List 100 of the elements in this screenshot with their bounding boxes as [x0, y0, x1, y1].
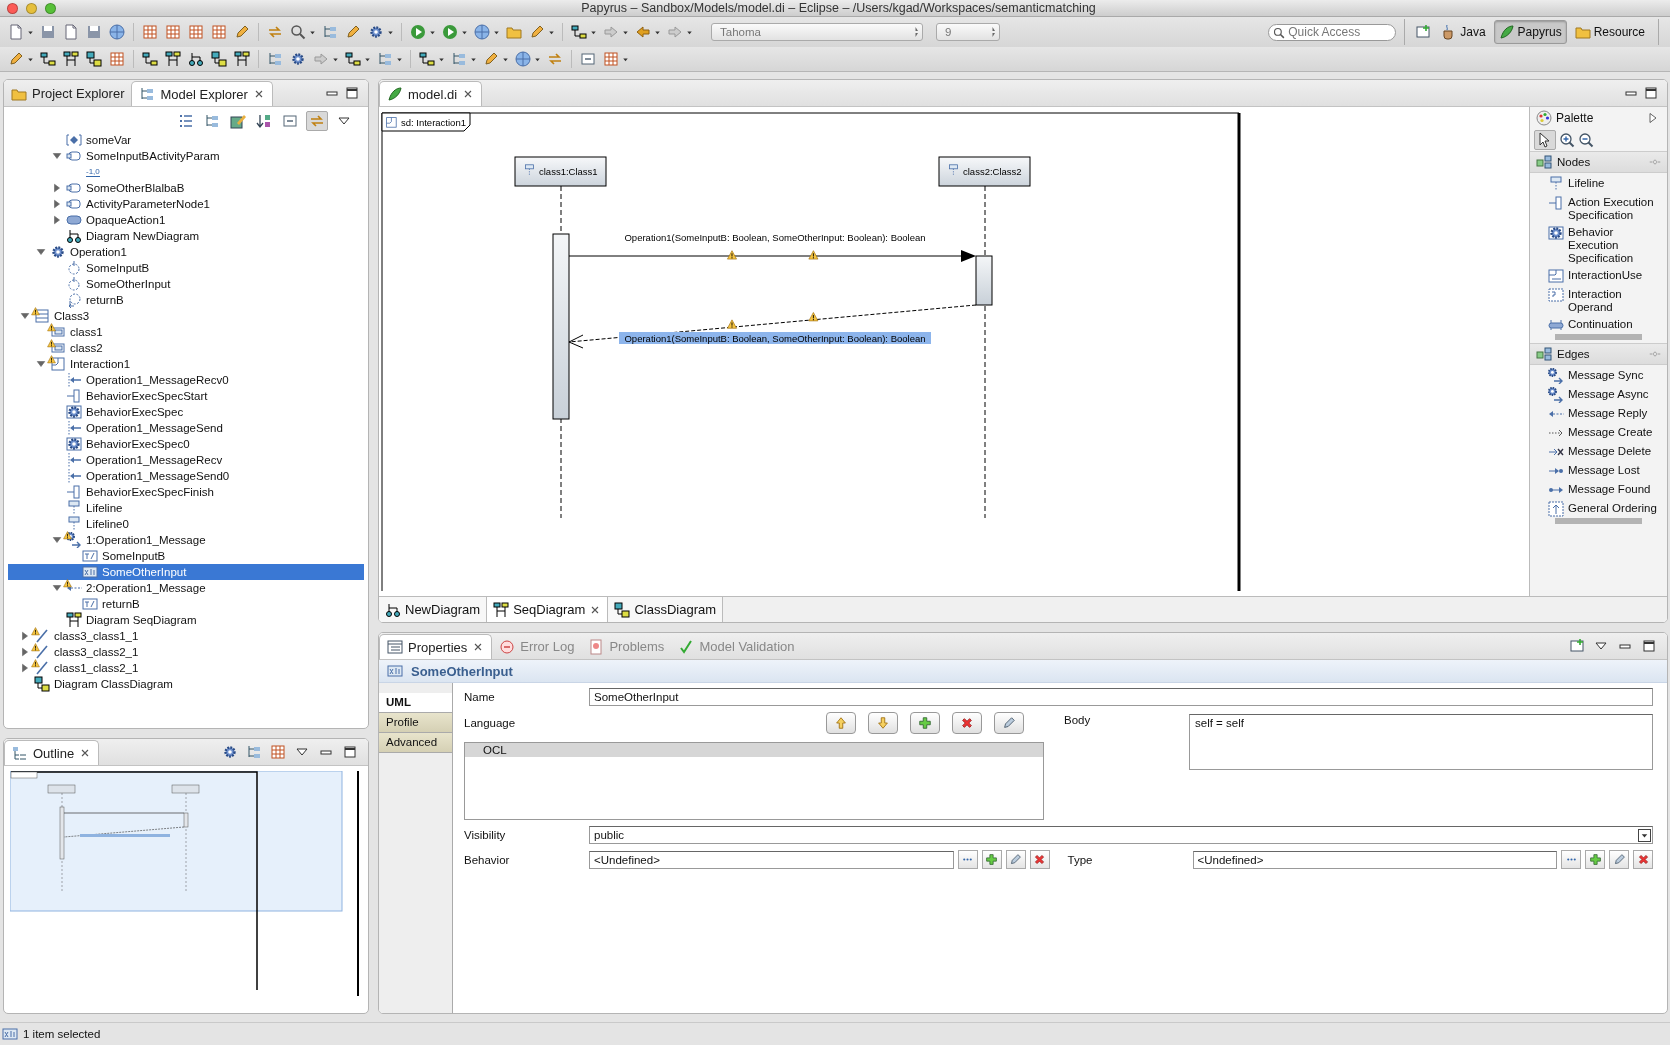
diagram-tab[interactable]: NewDiagram: [379, 597, 488, 622]
back-arrow-icon[interactable]: [635, 24, 651, 40]
maximize-icon[interactable]: [344, 85, 360, 101]
table-icon[interactable]: [211, 24, 227, 40]
expand-arrow-icon[interactable]: [52, 183, 62, 193]
link-icon[interactable]: [267, 24, 283, 40]
save-icon[interactable]: [40, 24, 56, 40]
diagram-tab[interactable]: SeqDiagram: [487, 597, 609, 622]
collapse-arrow-icon[interactable]: [36, 359, 46, 369]
diagram-icon[interactable]: [188, 51, 204, 67]
run-icon[interactable]: [410, 24, 426, 40]
tree-item[interactable]: Operation1_MessageRecv0: [8, 372, 364, 388]
globe-icon[interactable]: [474, 24, 490, 40]
tree-item[interactable]: Diagram NewDiagram: [8, 228, 364, 244]
tree-item[interactable]: BehaviorExecSpecFinish: [8, 484, 364, 500]
tree-item[interactable]: SomeInputB: [8, 260, 364, 276]
perspective-button[interactable]: Java: [1436, 20, 1491, 44]
collapse-icon[interactable]: [580, 51, 596, 67]
window-close-button[interactable]: [7, 2, 18, 14]
delete-button[interactable]: [952, 712, 982, 734]
diagram-icon[interactable]: [211, 51, 227, 67]
table-icon[interactable]: [270, 744, 286, 760]
tree-item[interactable]: BehaviorExecSpecStart: [8, 388, 364, 404]
palette-tool[interactable]: InteractionUse: [1548, 268, 1667, 284]
palette-tool[interactable]: Message Reply: [1548, 406, 1667, 422]
palette-tool[interactable]: Message Delete: [1548, 444, 1667, 460]
diagram-icon[interactable]: [63, 51, 79, 67]
collapse-arrow-icon[interactable]: [20, 311, 30, 321]
text-area[interactable]: self = self: [1189, 714, 1653, 770]
tree-item[interactable]: class1_class2_1: [8, 660, 364, 676]
diagram-icon[interactable]: [165, 51, 181, 67]
expand-arrow-icon[interactable]: [20, 647, 30, 657]
delete-button[interactable]: [1633, 850, 1653, 869]
tree-item[interactable]: returnB: [8, 596, 364, 612]
diagram-icon[interactable]: [571, 24, 587, 40]
tree-item[interactable]: SomeInputBActivityParam: [8, 148, 364, 164]
reference-field[interactable]: <Undefined>: [1192, 850, 1557, 869]
open-perspective-icon[interactable]: [1415, 24, 1432, 40]
diagram-icon[interactable]: [142, 51, 158, 67]
tree-item[interactable]: SomeOtherInput: [8, 276, 364, 292]
table-icon[interactable]: [603, 51, 619, 67]
tree-item[interactable]: SomeOtherInput: [8, 564, 364, 580]
palette-drawer[interactable]: Edges: [1530, 343, 1667, 365]
editor-tab[interactable]: model.di: [379, 81, 483, 106]
collapse-arrow-icon[interactable]: [36, 247, 46, 257]
pencil-icon[interactable]: [8, 51, 24, 67]
table-edit-icon[interactable]: [230, 113, 246, 129]
perspective-button[interactable]: Resource: [1569, 20, 1650, 44]
tree-item[interactable]: Operation1_MessageSend: [8, 420, 364, 436]
diagram-icon[interactable]: [419, 51, 435, 67]
tree-item[interactable]: 2:Operation1_Message: [8, 580, 364, 596]
tree-item[interactable]: Interaction1: [8, 356, 364, 372]
diagram-icon[interactable]: [234, 51, 250, 67]
view-tab[interactable]: Model Explorer: [131, 81, 273, 106]
run-icon[interactable]: [442, 24, 458, 40]
new-file-icon[interactable]: [8, 24, 24, 40]
palette-tool[interactable]: Lifeline: [1548, 176, 1667, 192]
collapse-arrow-icon[interactable]: [52, 535, 62, 545]
tree-item[interactable]: Diagram ClassDiagram: [8, 676, 364, 692]
tree-item[interactable]: SomeInputB: [8, 548, 364, 564]
maximize-icon[interactable]: [1643, 85, 1659, 101]
pencil-icon[interactable]: [345, 24, 361, 40]
expand-arrow-icon[interactable]: [52, 215, 62, 225]
tree-item[interactable]: Class3: [8, 308, 364, 324]
save-icon[interactable]: [86, 24, 102, 40]
pencil-icon[interactable]: [483, 51, 499, 67]
delete-button[interactable]: [1029, 850, 1050, 869]
view-tab[interactable]: Outline: [4, 740, 100, 765]
add-button[interactable]: [910, 712, 940, 734]
sort-icon[interactable]: [256, 113, 272, 129]
table-icon[interactable]: [109, 51, 125, 67]
tree-item[interactable]: class2: [8, 340, 364, 356]
list-item[interactable]: OCL: [465, 743, 1043, 757]
diagram-tab[interactable]: ClassDiagram: [608, 597, 724, 622]
gear-icon[interactable]: [222, 744, 238, 760]
palette-tool[interactable]: Action Execution Specification: [1548, 195, 1667, 222]
reference-field[interactable]: <Undefined>: [589, 850, 954, 869]
palette-tool[interactable]: Message Lost: [1548, 463, 1667, 479]
language-list[interactable]: OCL: [464, 742, 1044, 820]
section-tab[interactable]: Advanced: [379, 733, 452, 753]
table-icon[interactable]: [142, 24, 158, 40]
add-button[interactable]: [1585, 850, 1605, 869]
section-tab[interactable]: UML: [379, 693, 452, 713]
tree-item[interactable]: Lifeline: [8, 500, 364, 516]
select-tool[interactable]: [1534, 130, 1556, 150]
diagram-icon[interactable]: [345, 51, 361, 67]
collapse-arrow-icon[interactable]: [52, 583, 62, 593]
palette-tool[interactable]: Message Sync: [1548, 368, 1667, 384]
tree-item[interactable]: returnB: [8, 292, 364, 308]
collapse-arrow-icon[interactable]: [52, 151, 62, 161]
expand-arrow-icon[interactable]: [52, 199, 62, 209]
tree-item[interactable]: Operation1_MessageSend0: [8, 468, 364, 484]
edit-button[interactable]: [994, 712, 1024, 734]
tree-item[interactable]: class3_class1_1: [8, 628, 364, 644]
table-icon[interactable]: [188, 24, 204, 40]
view-tab[interactable]: Properties: [379, 634, 493, 659]
pencil-icon[interactable]: [234, 24, 250, 40]
open-perspective-icon[interactable]: [1569, 638, 1585, 654]
zoom-in-icon[interactable]: [1559, 132, 1575, 148]
pencil-icon[interactable]: [529, 24, 545, 40]
